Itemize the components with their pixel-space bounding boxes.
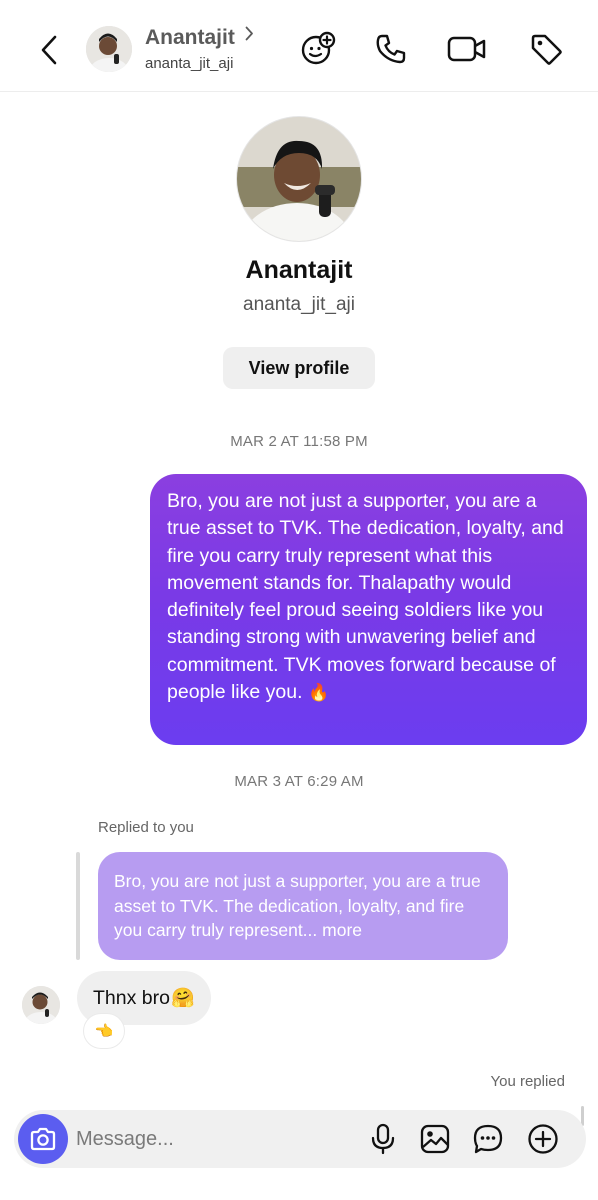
chevron-right-icon bbox=[245, 26, 254, 46]
view-profile-button[interactable]: View profile bbox=[223, 347, 375, 389]
gallery-button[interactable] bbox=[418, 1122, 452, 1156]
outgoing-message-bubble[interactable]: Bro, you are not just a supporter, you a… bbox=[150, 474, 587, 745]
header-name: Anantajit bbox=[145, 26, 235, 49]
camera-button[interactable] bbox=[18, 1114, 68, 1164]
header-avatar[interactable] bbox=[86, 26, 132, 72]
call-button[interactable] bbox=[371, 29, 411, 69]
gallery-icon bbox=[420, 1124, 450, 1154]
message-composer bbox=[14, 1110, 586, 1168]
fire-emoji: 🔥 bbox=[307, 683, 330, 703]
header-title[interactable]: Anantajit ananta_jit_aji bbox=[145, 26, 254, 72]
sticker-chat-icon bbox=[473, 1124, 503, 1154]
incoming-message-text: Thnx bro bbox=[93, 986, 170, 1009]
phone-icon bbox=[376, 34, 406, 64]
back-button[interactable] bbox=[32, 30, 66, 70]
sticker-effect-icon bbox=[301, 31, 336, 65]
profile-name: Anantajit bbox=[245, 256, 353, 284]
sticker-effect-button[interactable] bbox=[298, 29, 338, 69]
hugging-emoji: 🤗 bbox=[170, 988, 195, 1009]
outgoing-message-text: Bro, you are not just a supporter, you a… bbox=[167, 490, 564, 704]
timestamp: MAR 2 AT 11:58 PM bbox=[230, 433, 368, 450]
plus-icon bbox=[528, 1124, 558, 1154]
camera-icon bbox=[30, 1127, 56, 1151]
reply-preview-bubble[interactable]: Bro, you are not just a supporter, you a… bbox=[98, 852, 508, 960]
replied-to-you-label: Replied to you bbox=[98, 819, 194, 836]
pointing-emoji: 👈 bbox=[94, 1023, 114, 1040]
video-camera-icon bbox=[447, 36, 486, 62]
profile-avatar[interactable] bbox=[236, 116, 362, 242]
reply-preview-text: Bro, you are not just a supporter, you a… bbox=[114, 871, 481, 940]
sticker-chat-button[interactable] bbox=[471, 1122, 505, 1156]
you-replied-label: You replied bbox=[490, 1073, 565, 1090]
video-call-button[interactable] bbox=[447, 29, 487, 69]
tag-button[interactable] bbox=[526, 29, 566, 69]
more-options-button[interactable] bbox=[526, 1122, 560, 1156]
back-chevron-icon bbox=[41, 35, 57, 65]
sender-avatar[interactable] bbox=[22, 986, 60, 1024]
header-username: ananta_jit_aji bbox=[145, 55, 234, 72]
reply-indicator-bar bbox=[76, 852, 80, 960]
message-input[interactable] bbox=[76, 1110, 346, 1168]
timestamp: MAR 3 AT 6:29 AM bbox=[234, 773, 364, 790]
voice-message-button[interactable] bbox=[366, 1122, 400, 1156]
profile-username: ananta_jit_aji bbox=[243, 294, 355, 315]
microphone-icon bbox=[371, 1123, 395, 1155]
tag-icon bbox=[531, 34, 562, 65]
chat-header: Anantajit ananta_jit_aji bbox=[0, 0, 598, 92]
message-reaction[interactable]: 👈 bbox=[84, 1014, 124, 1048]
